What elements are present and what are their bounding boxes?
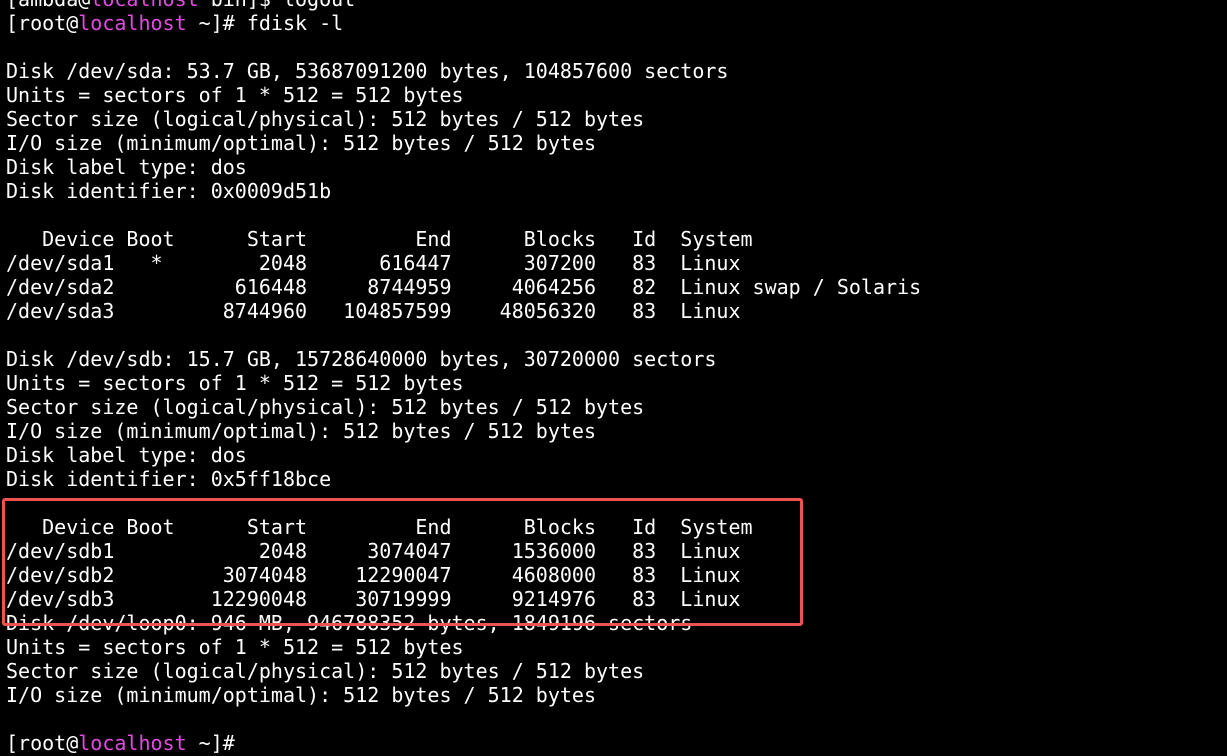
disk-info-line: Disk /dev/sda: 53.7 GB, 53687091200 byte… <box>6 59 729 83</box>
partition-table-header: Device Boot Start End Blocks Id System <box>6 515 753 539</box>
partition-table-header: Device Boot Start End Blocks Id System <box>6 227 753 251</box>
disk-info-line: Disk identifier: 0x0009d51b <box>6 179 332 203</box>
prompt-rest: ~]# <box>186 11 247 35</box>
disk-info-line: Disk label type: dos <box>6 443 247 467</box>
partition-row: /dev/sda1 * 2048 616447 307200 83 Linux <box>6 251 741 275</box>
previous-prompt-line: [ambda@localhost bin]$ logout <box>6 0 921 11</box>
prompt-user: [root@ <box>6 731 79 755</box>
prompt-host: localhost <box>78 11 187 35</box>
partition-row: /dev/sdb2 3074048 12290047 4608000 83 Li… <box>6 563 741 587</box>
prompt-user: [root@ <box>6 11 79 35</box>
partition-row: /dev/sda2 616448 8744959 4064256 82 Linu… <box>6 275 922 299</box>
prompt-user: [ambda@ <box>6 0 90 11</box>
partition-row: /dev/sdb1 2048 3074047 1536000 83 Linux <box>6 539 741 563</box>
disk-info-line: Sector size (logical/physical): 512 byte… <box>6 395 645 419</box>
disk-info-line: I/O size (minimum/optimal): 512 bytes / … <box>6 131 597 155</box>
disk-info-line: Units = sectors of 1 * 512 = 512 bytes <box>6 83 464 107</box>
disk-info-line: Units = sectors of 1 * 512 = 512 bytes <box>6 371 464 395</box>
partition-row: /dev/sdb3 12290048 30719999 9214976 83 L… <box>6 587 741 611</box>
disk-info-line: Sector size (logical/physical): 512 byte… <box>6 659 645 683</box>
disk-info-line: Disk label type: dos <box>6 155 247 179</box>
command-prompt-line: [root@localhost ~]# fdisk -l <box>6 11 921 35</box>
disk-info-line: Disk /dev/sdb: 15.7 GB, 15728640000 byte… <box>6 347 717 371</box>
command-text: fdisk -l <box>246 11 344 35</box>
disk-info-line: Disk /dev/loop0: 946 MB, 946788352 bytes… <box>6 611 693 635</box>
prompt-rest: bin]$ logout <box>199 0 356 11</box>
partition-row: /dev/sda3 8744960 104857599 48056320 83 … <box>6 299 741 323</box>
disk-info-line: I/O size (minimum/optimal): 512 bytes / … <box>6 683 597 707</box>
disk-info-line: Sector size (logical/physical): 512 byte… <box>6 107 645 131</box>
disk-info-line: I/O size (minimum/optimal): 512 bytes / … <box>6 419 597 443</box>
prompt-host: localhost <box>90 0 198 11</box>
disk-info-line: Disk identifier: 0x5ff18bce <box>6 467 332 491</box>
disk-info-line: Units = sectors of 1 * 512 = 512 bytes <box>6 635 464 659</box>
prompt-host: localhost <box>78 731 187 755</box>
prompt-rest: ~]# <box>186 731 247 755</box>
terminal-output: [ambda@localhost bin]$ logout [root@loca… <box>6 0 921 755</box>
next-prompt-line: [root@localhost ~]# <box>6 731 921 755</box>
terminal-window[interactable]: [ambda@localhost bin]$ logout [root@loca… <box>0 0 1227 756</box>
